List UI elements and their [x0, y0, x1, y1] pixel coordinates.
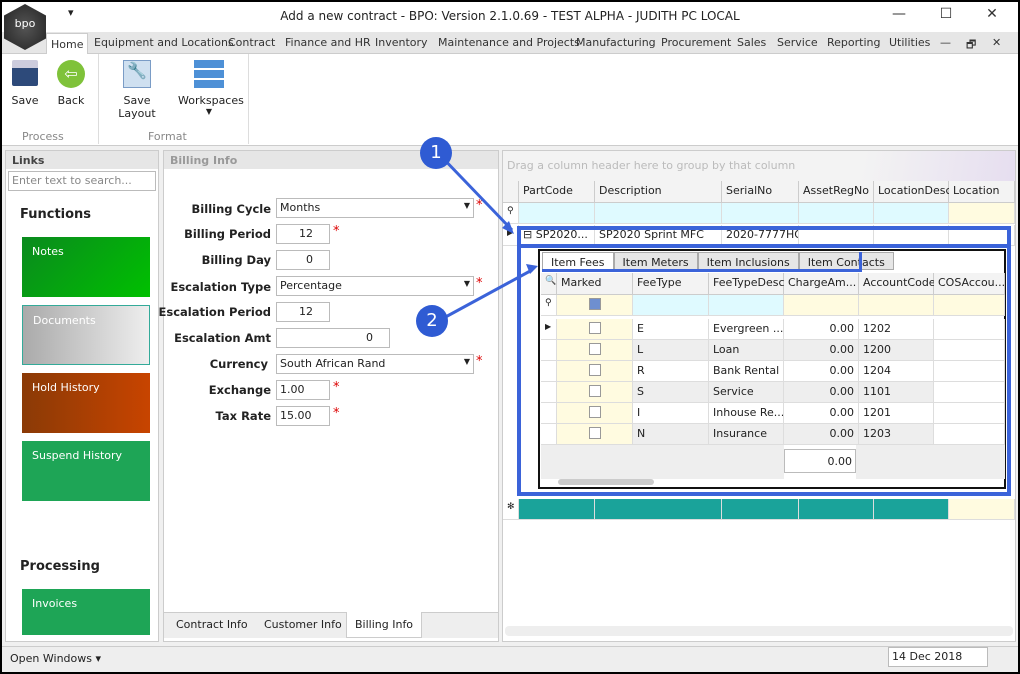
open-windows-button[interactable]: Open Windows ▾ [10, 652, 101, 665]
annotation-badge-2: 2 [416, 305, 448, 337]
status-bar [2, 646, 1018, 672]
app-window: Add a new contract - BPO: Version 2.1.0.… [2, 2, 1018, 672]
annotation-badge-1: 1 [420, 137, 452, 169]
annotation-arrows [435, 150, 538, 322]
date-field[interactable]: 14 Dec 2018 [888, 647, 988, 667]
